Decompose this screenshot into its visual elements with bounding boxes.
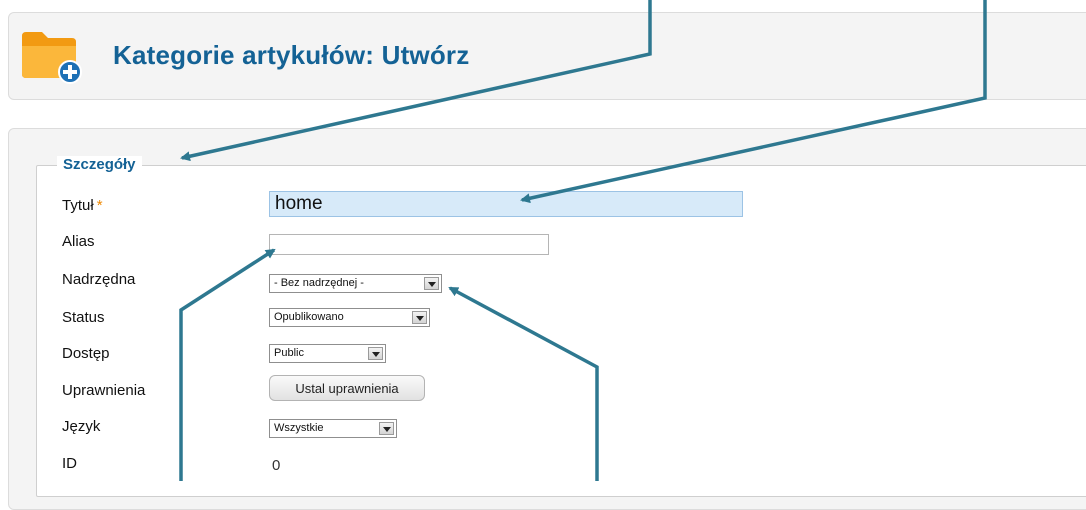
folder-add-icon [22, 32, 82, 84]
status-label: Status [62, 309, 105, 326]
id-value: 0 [272, 457, 281, 474]
parent-select[interactable]: - Bez nadrzędnej - [269, 274, 442, 293]
access-label: Dostęp [62, 345, 110, 362]
id-label: ID [62, 455, 77, 472]
language-select-value: Wszystkie [274, 422, 324, 434]
title-label: Tytuł * [62, 197, 103, 214]
status-select-value: Opublikowano [274, 311, 344, 323]
fieldset-legend: Szczegóły [57, 156, 142, 173]
alias-label: Alias [62, 233, 95, 250]
alias-input[interactable] [269, 234, 549, 255]
required-mark: * [96, 197, 103, 214]
parent-label: Nadrzędna [62, 271, 136, 288]
status-select[interactable]: Opublikowano [269, 308, 430, 327]
language-label: Język [62, 418, 101, 435]
language-select[interactable]: Wszystkie [269, 419, 397, 438]
access-select-value: Public [274, 347, 304, 359]
chevron-down-icon[interactable] [412, 311, 427, 324]
chevron-down-icon[interactable] [379, 422, 394, 435]
title-input[interactable] [269, 191, 743, 217]
access-select[interactable]: Public [269, 344, 386, 363]
title-label-text: Tytuł [62, 197, 94, 214]
chevron-down-icon[interactable] [368, 347, 383, 360]
set-permissions-button[interactable]: Ustal uprawnienia [269, 375, 425, 401]
page-title: Kategorie artykułów: Utwórz [113, 40, 470, 70]
parent-select-value: - Bez nadrzędnej - [274, 277, 364, 289]
permissions-label: Uprawnienia [62, 382, 146, 399]
chevron-down-icon[interactable] [424, 277, 439, 290]
